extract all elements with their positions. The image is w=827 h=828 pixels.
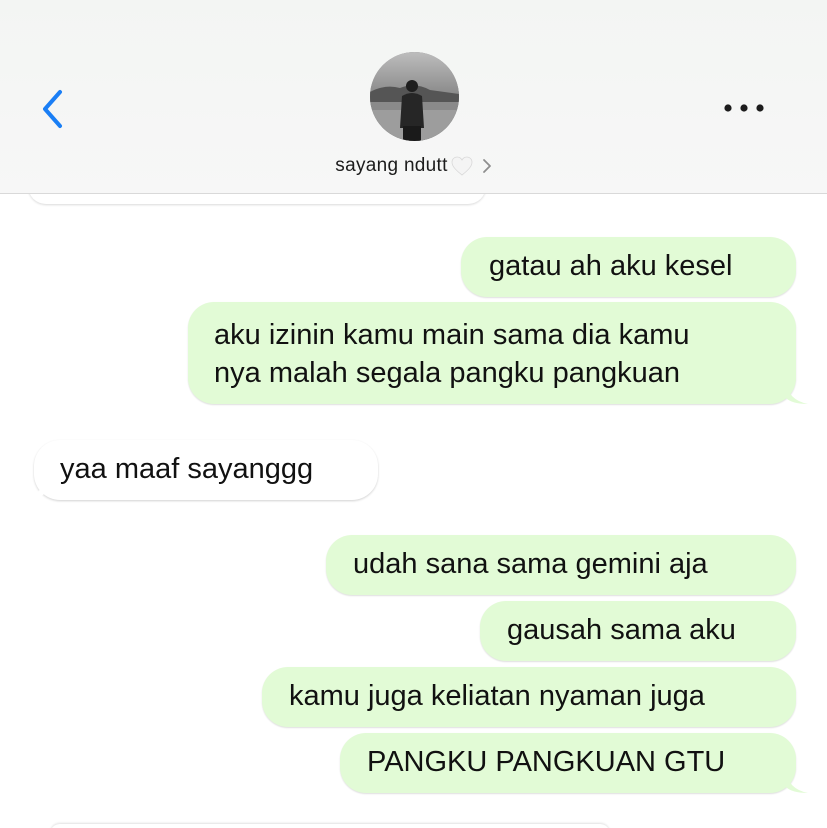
message-text: PANGKU PANGKUAN GTU xyxy=(367,746,726,778)
avatar[interactable] xyxy=(370,52,459,141)
chevron-left-icon xyxy=(43,90,62,128)
message-text: kamu juga keliatan nyaman juga xyxy=(289,680,705,712)
message-text: udah sana sama gemini aja xyxy=(353,548,708,580)
outgoing-message[interactable]: gausah sama aku xyxy=(480,601,796,661)
contact-name-row[interactable]: sayang ndutt xyxy=(0,152,827,180)
message-text-line: aku izinin kamu main sama dia kamu xyxy=(214,319,690,351)
chat-header: sayang ndutt xyxy=(0,0,827,194)
outgoing-message[interactable]: gatau ah aku kesel xyxy=(461,237,796,297)
bubble-tail xyxy=(22,478,44,500)
ellipsis-icon xyxy=(724,104,764,112)
outgoing-message[interactable]: PANGKU PANGKUAN GTU xyxy=(340,733,808,793)
message-text: gatau ah aku kesel xyxy=(489,250,733,282)
message-text: gausah sama aku xyxy=(507,614,736,646)
bubble-tail xyxy=(786,382,808,404)
incoming-message[interactable]: yaa maaf sayanggg xyxy=(22,440,378,500)
chevron-right-icon xyxy=(482,159,491,173)
next-message-bubble xyxy=(50,824,610,828)
back-button[interactable] xyxy=(36,86,76,132)
outgoing-message[interactable]: aku izinin kamu main sama dia kamu nya m… xyxy=(188,302,808,404)
contact-name: sayang ndutt xyxy=(335,155,448,176)
message-text-line: nya malah segala pangku pangkuan xyxy=(214,357,680,389)
chat-screen: sayang ndutt gatau ah aku kesel aku izin… xyxy=(0,0,827,828)
profile-photo xyxy=(370,52,459,141)
outgoing-message[interactable]: udah sana sama gemini aja xyxy=(326,535,796,595)
message-text: yaa maaf sayanggg xyxy=(60,453,314,485)
outgoing-message[interactable]: kamu juga keliatan nyaman juga xyxy=(262,667,796,727)
white-heart-icon xyxy=(451,156,473,176)
bubble-tail xyxy=(786,771,808,793)
more-options-button[interactable] xyxy=(720,96,770,120)
